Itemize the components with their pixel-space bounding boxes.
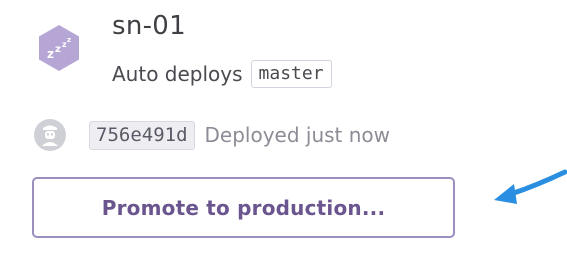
deployment-info: 756e491d Deployed just now [89, 118, 390, 152]
blue-arrow-icon [488, 168, 567, 216]
auto-deploy-info: Auto deploys master [112, 58, 332, 90]
deploy-status: Deployed just now [204, 123, 391, 147]
deployer-avatar-icon [34, 119, 66, 151]
promote-to-production-button[interactable]: Promote to production... [32, 177, 455, 238]
branch-badge: master [250, 60, 332, 88]
app-name[interactable]: sn-01 [112, 8, 186, 44]
svg-text:z: z [55, 44, 61, 55]
commit-hash-link[interactable]: 756e491d [89, 120, 195, 150]
auto-deploy-label: Auto deploys [112, 62, 243, 86]
svg-text:z: z [47, 47, 54, 61]
svg-text:z: z [67, 36, 71, 44]
sleeping-dyno-icon: z z z z [34, 23, 84, 73]
